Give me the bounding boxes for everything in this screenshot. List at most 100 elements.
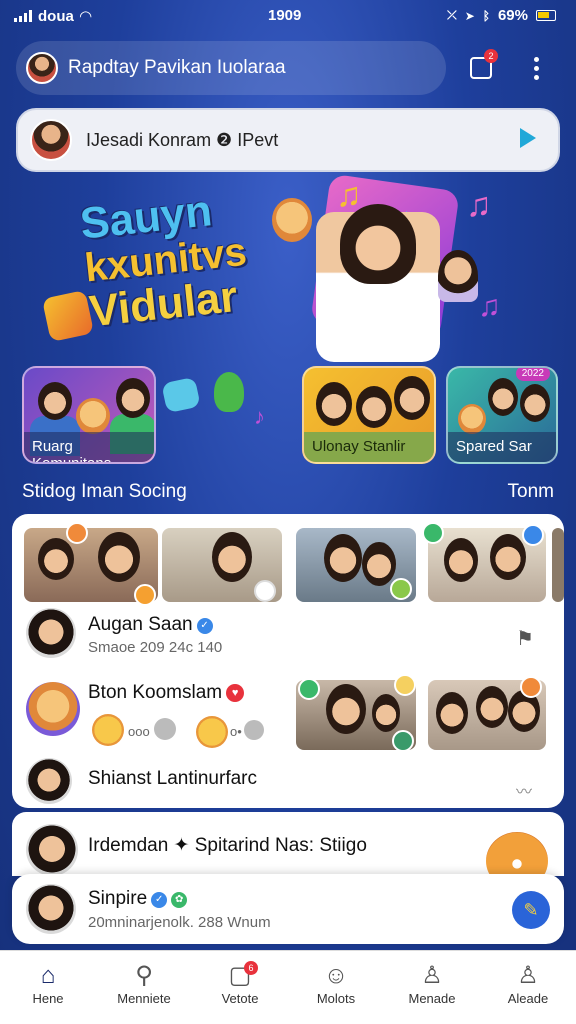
user-avatar[interactable] [26, 758, 72, 804]
section-header: Stidog Iman Socing Tonm [22, 481, 554, 503]
tile-person-image [116, 378, 150, 418]
feed-row-name[interactable]: Augan Saan ✓ [88, 614, 213, 636]
badge-icon: ✿ [171, 892, 188, 908]
nav-badge: 6 [244, 961, 258, 975]
reaction-icon [254, 580, 276, 602]
reaction-icon [390, 578, 412, 600]
status-bar: doua ◠ 1909 ⤫ ➤ ᛒ 69% [0, 0, 576, 32]
chart-trend-icon[interactable]: 〰 [516, 778, 532, 802]
clock: 1909 [268, 7, 302, 24]
tile-person-image [356, 386, 392, 428]
shared-tile[interactable]: 2022 Spared Sar [446, 366, 558, 464]
nav-item-messages[interactable]: ♙ Menade [384, 961, 480, 1006]
page-title: Rapdtay Pavikan Iuolaraa [68, 57, 286, 78]
emoji-icon [244, 720, 264, 740]
now-playing-text: IJesadi Konram ❷ IPevt [86, 129, 279, 150]
nav-item-account[interactable]: ♙ Aleade [480, 961, 576, 1006]
nav-label: Hene [32, 991, 64, 1006]
feed-row-name: Irdemdan ✦ Spitarind Nas: Stiigo [88, 835, 367, 856]
user-avatar[interactable] [26, 608, 76, 658]
profile-icon: ♙ [421, 962, 443, 989]
pencil-icon: ✎ [523, 900, 539, 920]
feed-card-secondary[interactable]: Irdemdan ✦ Spitarind Nas: Stiigo [12, 812, 564, 876]
reaction-icon [298, 678, 320, 700]
nav-item-video[interactable]: ▢ 6 Vetote [192, 961, 288, 1006]
mascot-icon [76, 398, 110, 434]
location-icon: ➤ [464, 8, 475, 23]
music-note-icon: ♫ [466, 186, 492, 224]
user-name: Sinpire [88, 888, 148, 909]
user-avatar[interactable] [26, 884, 76, 934]
reaction-icon [394, 674, 416, 696]
person-image [476, 686, 508, 728]
year-tag: 2022 [515, 368, 550, 381]
notifications-button[interactable]: 2 [466, 49, 498, 83]
feed-row-name[interactable]: Shianst Lantinurfarc [88, 768, 257, 790]
community-tile[interactable]: Ruarg Komunitans [22, 366, 156, 464]
nav-label: Menade [408, 991, 456, 1006]
tile-person-image [316, 382, 352, 426]
feed-row-subtitle: Smaoe 209 24c 140 [88, 639, 223, 656]
battery-percent: 69% [497, 7, 528, 24]
compose-button[interactable]: ✎ [512, 891, 550, 929]
feed-row-name: Sinpire ✓ ✿ [88, 888, 188, 910]
notification-badge: 2 [484, 49, 498, 63]
tile-person-image [488, 378, 518, 416]
channel-tile[interactable]: Ulonay Stanlir [302, 366, 436, 464]
feed-row-name[interactable]: Bton Koomslam ♥ [88, 682, 245, 704]
more-vertical-icon [521, 53, 551, 80]
more-options-button[interactable] [521, 53, 551, 83]
reaction-icon [520, 676, 542, 698]
person-image [490, 534, 526, 580]
music-note-icon: ♪ [254, 404, 265, 429]
story-photo[interactable] [552, 528, 564, 602]
user-name: Bton Koomslam [88, 682, 223, 703]
play-icon[interactable] [520, 128, 536, 148]
music-note-icon: ♫ [478, 290, 501, 323]
person-image [38, 538, 74, 580]
tile-label: Spared Sar [448, 432, 556, 462]
tile-person-image [38, 382, 72, 420]
nav-item-moments[interactable]: ☺ Molots [288, 961, 384, 1006]
person-image [362, 542, 396, 586]
sticker-icon [41, 289, 95, 343]
nav-item-search[interactable]: ⚲ Menniete [96, 961, 192, 1006]
signal-icon [14, 10, 32, 22]
emoji-count: o• [230, 724, 242, 739]
feed-row-subtitle: 20mninarjenolk. 288 Wnum [88, 914, 271, 931]
avatar[interactable] [26, 52, 58, 84]
heart-icon: ♥ [226, 684, 245, 702]
leaf-icon [214, 372, 244, 412]
person-icon: ♙ [517, 962, 539, 989]
tile-person-image [520, 384, 550, 422]
person-image [98, 532, 140, 582]
now-playing-bar[interactable]: IJesadi Konram ❷ IPevt [16, 108, 560, 172]
hero-banner[interactable]: Sauyn kxunitvs Vidular ♫ ♪ ♫ ♫ [0, 172, 576, 368]
hero-title: Sauyn kxunitvs Vidular [78, 185, 253, 336]
mascot-avatar[interactable] [26, 682, 80, 736]
feed-card: Augan Saan ✓ Smaoe 209 24c 140 ⚑ Bton Koo… [12, 514, 564, 808]
battery-icon [536, 10, 556, 21]
hero-person-image-small [438, 250, 478, 302]
hero-person-image [316, 204, 440, 362]
feed-card-bottom[interactable]: Sinpire ✓ ✿ 20mninarjenolk. 288 Wnum ✎ [12, 874, 564, 944]
home-icon: ⌂ [40, 962, 56, 989]
verified-icon: ✓ [151, 892, 168, 908]
verified-icon: ✓ [196, 618, 213, 634]
section-title: Stidog Iman Socing [22, 481, 187, 502]
person-image [212, 532, 252, 582]
bluetooth-icon: ᛒ [482, 8, 490, 23]
nav-label: Menniete [117, 991, 171, 1006]
flag-icon[interactable]: ⚑ [516, 626, 534, 651]
bottom-nav: ⌂ Hene ⚲ Menniete ▢ 6 Vetote ☺ Molots ♙ M… [0, 950, 576, 1024]
user-avatar[interactable] [26, 824, 78, 876]
emoji-count: ooo [128, 724, 150, 739]
section-more-link[interactable]: Tonm [508, 481, 554, 503]
person-image [326, 684, 366, 734]
tile-person-image [394, 376, 430, 420]
mute-icon: ⤫ [447, 8, 457, 22]
nav-label: Molots [316, 991, 356, 1006]
emoji-icon [154, 718, 176, 740]
nav-item-home[interactable]: ⌂ Hene [0, 961, 96, 1006]
person-image [436, 692, 468, 734]
